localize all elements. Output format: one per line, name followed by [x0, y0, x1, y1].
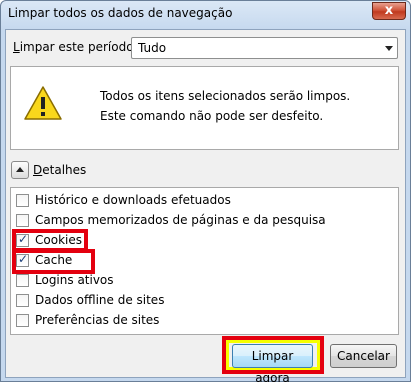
offline-data-checkbox[interactable]	[16, 294, 29, 307]
warning-icon	[24, 86, 62, 120]
list-item-offline-data[interactable]: Dados offline de sites	[16, 292, 386, 310]
clear-history-dialog: Limpar todos os dados de navegação x Lim…	[0, 0, 411, 382]
offline-data-label: Dados offline de sites	[35, 293, 165, 307]
warning-text-1: Todos os itens selecionados serão limpos…	[100, 89, 351, 103]
close-icon: x	[384, 3, 394, 18]
form-data-checkbox[interactable]	[16, 214, 29, 227]
title-bar[interactable]: Limpar todos os dados de navegação x	[1, 1, 410, 31]
list-item-site-prefs[interactable]: Preferências de sites	[16, 312, 386, 330]
logins-label: Logins ativos	[35, 273, 114, 287]
period-dropdown[interactable]: Tudo	[131, 37, 398, 59]
period-label: Limpar este período:	[13, 40, 138, 54]
details-label[interactable]: Detalhes	[33, 163, 86, 177]
close-button[interactable]: x	[372, 2, 406, 20]
dialog-body: Limpar este período: Tudo Todos os itens…	[5, 29, 406, 382]
warning-panel: Todos os itens selecionados serão limpos…	[10, 66, 399, 150]
site-prefs-label: Preferências de sites	[35, 313, 160, 327]
history-label: Histórico e downloads efetuados	[35, 193, 231, 207]
clear-now-button[interactable]: Limpar agora	[232, 344, 313, 382]
site-prefs-checkbox[interactable]	[16, 314, 29, 327]
details-label-accesskey: D	[33, 163, 43, 177]
form-data-label: Campos memorizados de páginas e da pesqu…	[35, 213, 326, 227]
warning-text-2: Este comando não pode ser desfeito.	[100, 109, 324, 123]
details-toggle-button[interactable]	[11, 161, 29, 179]
list-item-logins[interactable]: Logins ativos	[16, 272, 386, 290]
history-checkbox[interactable]	[16, 194, 29, 207]
period-dropdown-value: Tudo	[138, 41, 167, 55]
list-item-form-data[interactable]: Campos memorizados de páginas e da pesqu…	[16, 212, 386, 230]
window-title: Limpar todos os dados de navegação	[8, 6, 233, 20]
period-label-rest: impar este período:	[19, 40, 138, 54]
details-label-rest: etalhes	[42, 163, 87, 177]
period-label-accesskey: L	[13, 40, 20, 54]
cancel-button[interactable]: Cancelar	[330, 344, 397, 368]
list-item-history[interactable]: Histórico e downloads efetuados	[16, 192, 386, 210]
cache-highlight	[12, 249, 95, 274]
chevron-down-icon	[385, 46, 393, 51]
chevron-up-icon	[16, 167, 24, 172]
logins-checkbox[interactable]	[16, 274, 29, 287]
